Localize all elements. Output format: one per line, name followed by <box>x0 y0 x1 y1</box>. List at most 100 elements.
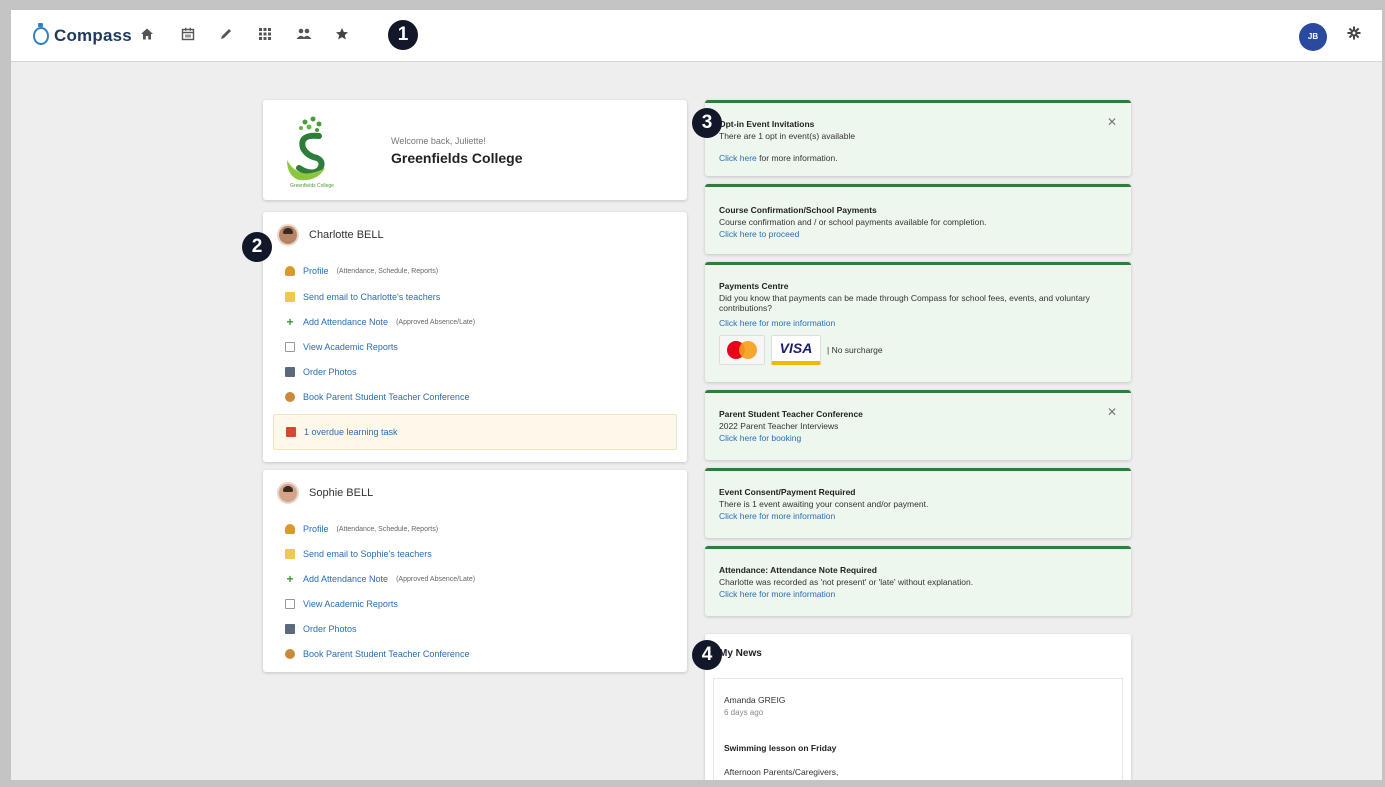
people-icon[interactable] <box>295 27 313 45</box>
email-teachers-link[interactable]: Send email to Sophie's teachers <box>285 549 432 559</box>
add-attendance-note-link[interactable]: + Add Attendance Note (Approved Absence/… <box>285 572 476 586</box>
mastercard-icon <box>719 335 765 365</box>
report-icon <box>285 342 295 352</box>
notice-title: Opt-in Event Invitations <box>719 119 815 129</box>
report-icon <box>285 599 295 609</box>
overdue-task-alert: 1 overdue learning task <box>273 414 677 450</box>
email-icon <box>285 292 295 302</box>
student-name: Charlotte BELL <box>309 229 384 241</box>
notice-title: Course Confirmation/School Payments <box>719 205 877 215</box>
notice-link[interactable]: Click here for more information <box>719 318 835 328</box>
order-photos-link[interactable]: Order Photos <box>285 624 357 634</box>
close-icon[interactable]: ✕ <box>1107 405 1117 419</box>
add-attendance-note-link[interactable]: + Add Attendance Note (Approved Absence/… <box>285 315 476 329</box>
visa-logo: VISA <box>771 335 821 365</box>
app-name: Compass <box>54 26 132 45</box>
news-timestamp: 6 days ago <box>724 708 764 717</box>
callout-marker-4: 4 <box>692 640 722 670</box>
notice-payments-centre: Payments Centre Did you know that paymen… <box>705 262 1131 382</box>
student-card-sophie: Sophie BELL Profile (Attendance, Schedul… <box>263 470 687 672</box>
app-frame: Compass 1 JB Greenfields College Welcome… <box>11 10 1382 780</box>
notice-link[interactable]: Click here to proceed <box>719 229 799 239</box>
notice-text: There is 1 event awaiting your consent a… <box>719 499 929 509</box>
notice-text: Charlotte was recorded as 'not present' … <box>719 577 974 587</box>
book-conference-link[interactable]: Book Parent Student Teacher Conference <box>285 392 469 402</box>
apps-grid-icon[interactable] <box>256 27 274 45</box>
calendar-icon[interactable] <box>179 27 197 45</box>
student-name: Sophie BELL <box>309 487 374 499</box>
notice-text: Did you know that payments can be made t… <box>719 293 1090 313</box>
top-navigation-bar: Compass 1 JB <box>11 10 1382 62</box>
welcome-greeting: Welcome back, Juliette! <box>391 136 486 146</box>
notice-title: Parent Student Teacher Conference <box>719 409 863 419</box>
profile-icon <box>285 524 295 534</box>
notice-event-consent: Event Consent/Payment Required There is … <box>705 468 1131 538</box>
news-author: Amanda GREIG <box>724 695 786 705</box>
news-headline: Swimming lesson on Friday <box>724 743 837 753</box>
link-label: Add Attendance Note <box>303 574 389 584</box>
notice-title: Attendance: Attendance Note Required <box>719 565 877 575</box>
notice-link[interactable]: Click here for booking <box>719 433 801 443</box>
notice-parent-teacher-conference: Parent Student Teacher Conference 2022 P… <box>705 390 1131 460</box>
notice-text: Course confirmation and / or school paym… <box>719 217 987 227</box>
link-note: (Approved Absence/Late) <box>396 575 476 583</box>
link-label: Send email to Charlotte's teachers <box>303 292 441 302</box>
link-label: 1 overdue learning task <box>304 427 398 437</box>
user-avatar[interactable]: JB <box>1299 23 1327 51</box>
camera-icon <box>285 367 295 377</box>
school-name: Greenfields College <box>391 150 523 166</box>
notice-attendance-note-required: Attendance: Attendance Note Required Cha… <box>705 546 1131 616</box>
payment-logos: VISA | No surcharge <box>719 335 883 365</box>
order-photos-link[interactable]: Order Photos <box>285 367 357 377</box>
conference-icon <box>285 392 295 402</box>
news-title: My News <box>719 648 762 659</box>
notice-link-wrapper: Click here for more information. <box>719 153 838 163</box>
notice-link[interactable]: Click here for more information <box>719 511 835 521</box>
callout-marker-2: 2 <box>242 232 272 262</box>
plus-icon: + <box>286 315 294 329</box>
profile-link[interactable]: Profile (Attendance, Schedule, Reports) <box>285 524 438 534</box>
stopwatch-icon <box>33 23 49 45</box>
notice-link[interactable]: Click here for more information <box>719 589 835 599</box>
notice-course-confirmation: Course Confirmation/School Payments Cour… <box>705 184 1131 254</box>
welcome-card: Greenfields College Welcome back, Juliet… <box>263 100 687 200</box>
notice-title: Payments Centre <box>719 281 789 291</box>
star-icon[interactable] <box>333 27 351 45</box>
link-label: Profile <box>303 524 329 534</box>
student-header[interactable]: Sophie BELL <box>277 482 373 504</box>
link-note: (Approved Absence/Late) <box>396 318 476 326</box>
notice-link[interactable]: Click here <box>719 153 757 163</box>
home-icon[interactable] <box>138 27 156 45</box>
link-label: Book Parent Student Teacher Conference <box>303 649 470 659</box>
link-label: Send email to Sophie's teachers <box>303 549 432 559</box>
news-item[interactable]: Amanda GREIG 6 days ago Swimming lesson … <box>713 678 1123 780</box>
overdue-task-link[interactable]: 1 overdue learning task <box>286 427 398 437</box>
profile-link[interactable]: Profile (Attendance, Schedule, Reports) <box>285 266 438 276</box>
compass-logo[interactable]: Compass <box>33 23 132 46</box>
link-label: Add Attendance Note <box>303 317 389 327</box>
news-body: Afternoon Parents/Caregivers, <box>724 767 839 777</box>
link-label: View Academic Reports <box>303 599 398 609</box>
avatar <box>277 224 299 246</box>
link-label: Order Photos <box>303 367 357 377</box>
callout-marker-1: 1 <box>388 20 418 50</box>
link-label: Profile <box>303 266 329 276</box>
plus-icon: + <box>286 572 294 586</box>
gear-icon[interactable] <box>1344 26 1364 46</box>
view-academic-reports-link[interactable]: View Academic Reports <box>285 342 398 352</box>
link-label: View Academic Reports <box>303 342 398 352</box>
student-header[interactable]: Charlotte BELL <box>277 224 384 246</box>
no-surcharge-text: | No surcharge <box>827 345 883 355</box>
my-news-panel: My News Amanda GREIG 6 days ago Swimming… <box>705 634 1131 780</box>
close-icon[interactable]: ✕ <box>1107 115 1117 129</box>
pencil-icon[interactable] <box>217 27 235 45</box>
link-note: (Attendance, Schedule, Reports) <box>336 525 439 533</box>
student-card-charlotte: Charlotte BELL Profile (Attendance, Sche… <box>263 212 687 462</box>
view-academic-reports-link[interactable]: View Academic Reports <box>285 599 398 609</box>
link-label: Order Photos <box>303 624 357 634</box>
link-label: Book Parent Student Teacher Conference <box>303 392 470 402</box>
book-conference-link[interactable]: Book Parent Student Teacher Conference <box>285 649 469 659</box>
email-teachers-link[interactable]: Send email to Charlotte's teachers <box>285 292 440 302</box>
notice-link-rest: for more information. <box>756 153 838 163</box>
avatar <box>277 482 299 504</box>
